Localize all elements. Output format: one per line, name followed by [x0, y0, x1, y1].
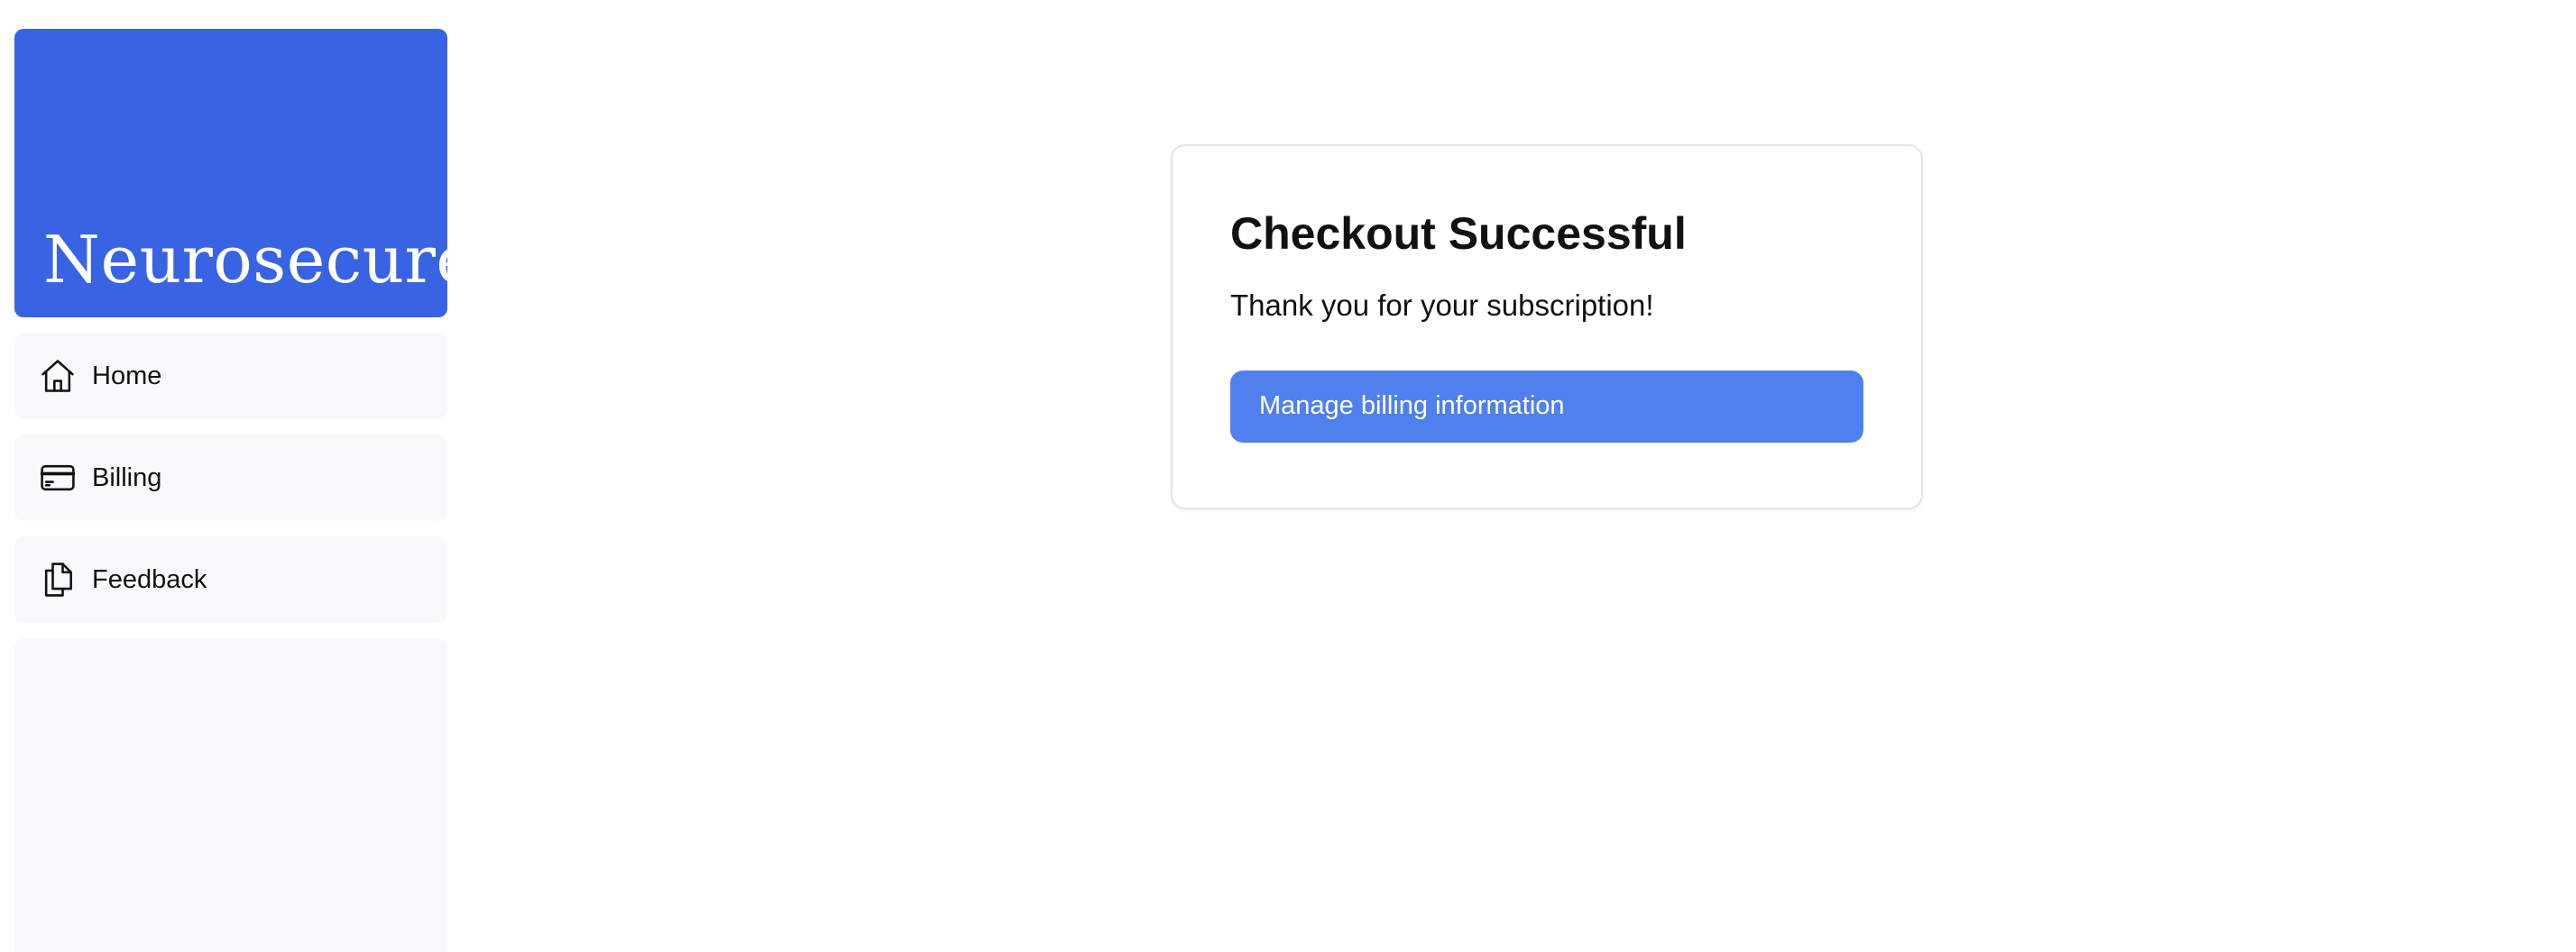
home-icon [38, 356, 78, 396]
success-message: Thank you for your subscription! [1230, 288, 1654, 322]
sidebar-item-billing[interactable]: Billing [14, 435, 447, 521]
documents-icon [38, 560, 78, 600]
checkout-success-card: Checkout Successful Thank you for your s… [1171, 144, 1923, 509]
credit-card-icon [38, 458, 78, 498]
app-root: Neurosecure Home Billing Feedback Checko… [0, 0, 2576, 952]
sidebar-item-feedback[interactable]: Feedback [14, 536, 447, 623]
manage-billing-button[interactable]: Manage billing information [1230, 370, 1863, 443]
sidebar-item-label: Home [92, 361, 162, 390]
sidebar-item-label: Billing [92, 462, 162, 492]
sidebar-item-home[interactable]: Home [14, 333, 447, 419]
page-title: Checkout Successful [1230, 208, 1687, 259]
brand-name: Neurosecure [43, 222, 475, 298]
brand-banner: Neurosecure [14, 29, 474, 317]
sidebar-empty-panel [14, 638, 447, 952]
sidebar: Neurosecure Home Billing Feedback [14, 29, 474, 952]
sidebar-item-label: Feedback [92, 564, 207, 594]
